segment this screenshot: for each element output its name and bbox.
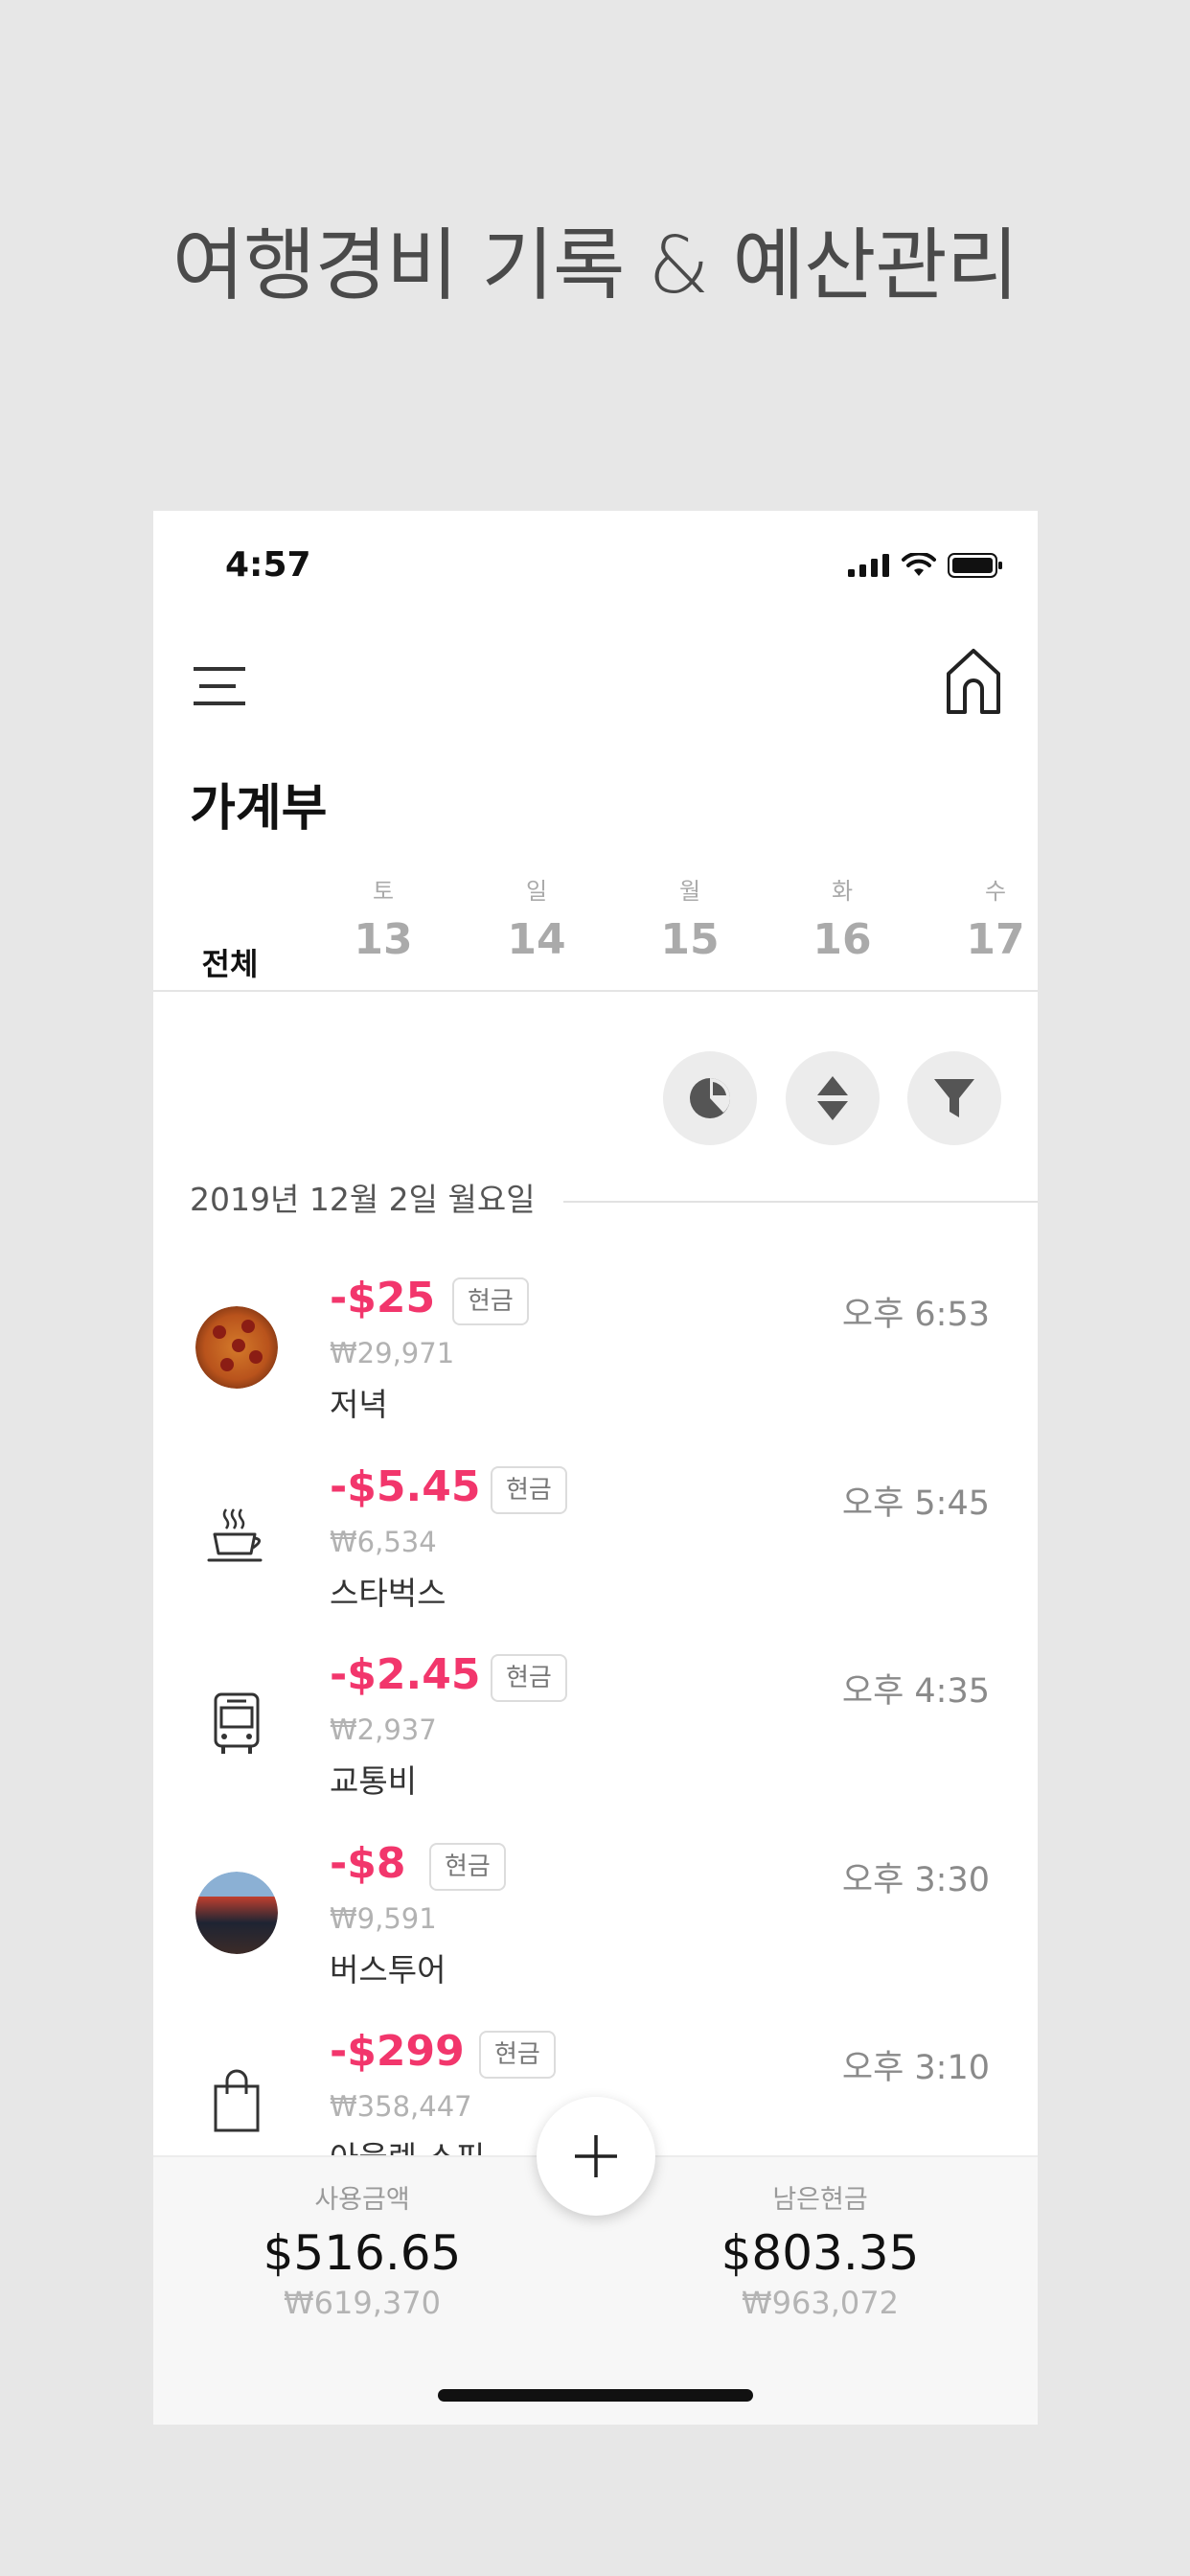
category-label: 버스투어: [330, 1951, 446, 1989]
pie-chart-icon: [690, 1078, 730, 1118]
home-icon: [947, 649, 1000, 714]
sort-button[interactable]: [786, 1051, 880, 1145]
amount: -$299: [330, 2027, 465, 2076]
payment-badge: 현금: [429, 1843, 506, 1891]
list-item[interactable]: -$5.45 현금 ₩6,534 스타벅스 오후 5:45: [153, 1447, 1038, 1635]
add-expense-button[interactable]: [537, 2097, 655, 2216]
home-indicator[interactable]: [438, 2389, 753, 2402]
time-label: 오후 4:35: [841, 1672, 990, 1711]
tab-date: 14: [507, 915, 566, 964]
tab-date: 16: [812, 915, 872, 964]
chart-button[interactable]: [663, 1051, 757, 1145]
time-label: 오후 3:30: [841, 1861, 990, 1899]
status-time: 4:57: [225, 545, 311, 585]
category-label: 스타벅스: [330, 1575, 446, 1612]
tab-weekday: 월: [678, 878, 701, 905]
cash-usd: $803.35: [721, 2225, 920, 2281]
signal-icon: [848, 554, 889, 577]
time-label: 오후 5:45: [841, 1484, 990, 1523]
menu-button[interactable]: [192, 659, 249, 717]
tab-weekday: 일: [525, 878, 548, 905]
pizza-photo: [195, 1306, 278, 1389]
amount-krw: ₩358,447: [330, 2090, 472, 2123]
amount: -$5.45: [330, 1462, 481, 1511]
payment-badge: 현금: [479, 2031, 556, 2079]
bus-tour-photo: [195, 1872, 278, 1954]
amount: -$2.45: [330, 1650, 481, 1699]
tab-weekday: 화: [831, 878, 854, 905]
list-item[interactable]: -$2.45 현금 ₩2,937 교통비 오후 4:35: [153, 1635, 1038, 1823]
tab-weekday: 수: [984, 878, 1007, 905]
tab-day[interactable]: 일 14: [479, 875, 594, 964]
amount: -$8: [330, 1839, 406, 1888]
tab-all[interactable]: 전체: [182, 940, 278, 984]
cash-krw: ₩963,072: [742, 2285, 899, 2321]
bus-icon: [195, 1683, 278, 1765]
list-item[interactable]: -$8 현금 ₩9,591 버스투어 오후 3:30: [153, 1824, 1038, 2012]
category-label: 교통비: [330, 1762, 418, 1800]
plus-icon: [575, 2135, 617, 2177]
category-label: 저녁: [330, 1386, 388, 1423]
tab-day[interactable]: 토 13: [326, 875, 441, 964]
tab-day[interactable]: 월 15: [632, 875, 747, 964]
hamburger-icon: [194, 667, 245, 705]
sort-icon: [817, 1076, 848, 1120]
amount-krw: ₩6,534: [330, 1526, 437, 1558]
tab-date: 15: [660, 915, 720, 964]
payment-badge: 현금: [491, 1654, 567, 1702]
spent-label: 사용금액: [314, 2185, 410, 2215]
shopping-bag-icon: [195, 2059, 278, 2142]
list-item[interactable]: -$25 현금 ₩29,971 저녁 오후 6:53: [153, 1258, 1038, 1446]
promo-headline: 여행경비 기록 & 예산관리: [172, 220, 1019, 311]
filter-icon: [934, 1079, 974, 1117]
tabs-divider: [153, 990, 1038, 992]
tab-date: 13: [354, 915, 413, 964]
time-label: 오후 3:10: [841, 2049, 990, 2087]
spent-usd: $516.65: [263, 2225, 462, 2281]
battery-icon: [948, 553, 1002, 578]
cash-label: 남은현금: [772, 2185, 868, 2215]
amount-krw: ₩2,937: [330, 1714, 437, 1746]
tab-date: 17: [966, 915, 1025, 964]
payment-badge: 현금: [491, 1466, 567, 1514]
time-label: 오후 6:53: [841, 1296, 990, 1334]
amount-krw: ₩29,971: [330, 1337, 455, 1369]
status-icons: [848, 553, 1003, 578]
cash-summary: 남은현금 $803.35 ₩963,072: [676, 2178, 964, 2321]
date-divider: [563, 1201, 1038, 1203]
tab-day[interactable]: 수 17: [938, 875, 1038, 964]
spent-summary: 사용금액 $516.65 ₩619,370: [218, 2178, 506, 2321]
date-header: 2019년 12월 2일 월요일: [190, 1181, 536, 1218]
phone-screen: 4:57 가계부 전체 토 13 일 14 월 15 화 16 수 17 201…: [153, 511, 1038, 2425]
wifi-icon: [902, 553, 936, 576]
tab-weekday: 토: [372, 878, 395, 905]
date-tabs: 전체 토 13 일 14 월 15 화 16 수 17: [153, 875, 1038, 982]
home-button[interactable]: [944, 647, 1003, 716]
spent-krw: ₩619,370: [284, 2285, 441, 2321]
amount: -$25: [330, 1274, 436, 1322]
page-title: 가계부: [190, 780, 328, 838]
amount-krw: ₩9,591: [330, 1902, 437, 1935]
tab-day[interactable]: 화 16: [785, 875, 900, 964]
coffee-cup-icon: [195, 1495, 278, 1577]
filter-button[interactable]: [907, 1051, 1001, 1145]
payment-badge: 현금: [452, 1277, 529, 1325]
